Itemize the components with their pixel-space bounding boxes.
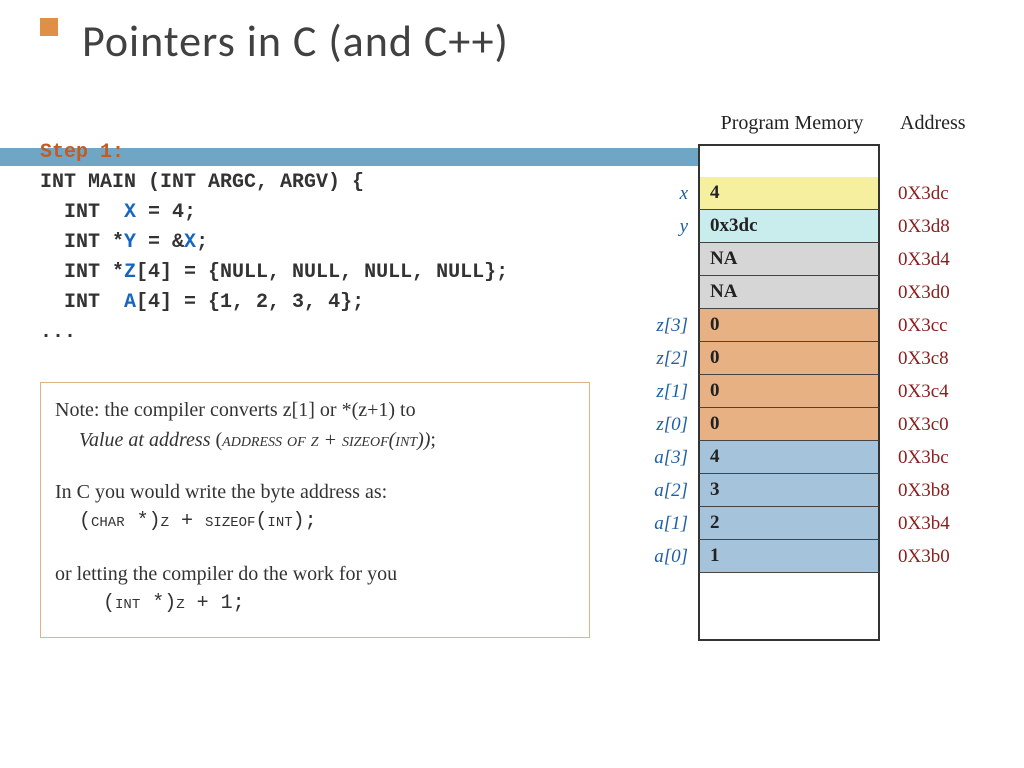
memory-cell: 0 <box>698 408 880 441</box>
memory-header-address: Address <box>900 112 966 135</box>
memory-address: 0X3d8 <box>880 210 980 243</box>
memory-address: 0X3d4 <box>880 243 980 276</box>
note-line: or letting the compiler do the work for … <box>55 559 575 589</box>
note-line: Note: the compiler converts z[1] or *(z+… <box>55 395 575 425</box>
memory-cell: NA <box>698 243 880 276</box>
step-label: Step 1: <box>40 141 124 164</box>
memory-table: x40X3dcy0x3dc0X3d8NA0X3d4NA0X3d0z[3]00X3… <box>614 144 994 606</box>
memory-cell: 3 <box>698 474 880 507</box>
memory-address: 0X3b0 <box>880 540 980 573</box>
memory-address: 0X3d0 <box>880 276 980 309</box>
memory-cell: 1 <box>698 540 880 573</box>
memory-var-label <box>614 144 698 177</box>
memory-address <box>880 573 980 606</box>
memory-address: 0X3b8 <box>880 474 980 507</box>
memory-var-label: y <box>614 210 698 243</box>
memory-var-label: x <box>614 177 698 210</box>
memory-cell: NA <box>698 276 880 309</box>
note-code: (char *)z + sizeof(int); <box>55 507 575 537</box>
memory-header-program: Program Memory <box>702 112 882 135</box>
memory-address: 0X3bc <box>880 441 980 474</box>
memory-var-label: a[2] <box>614 474 698 507</box>
memory-cell: 0 <box>698 375 880 408</box>
memory-cell: 4 <box>698 177 880 210</box>
memory-var-label: a[0] <box>614 540 698 573</box>
memory-address: 0X3b4 <box>880 507 980 540</box>
memory-var-label <box>614 573 698 606</box>
page-title: Pointers in C (and C++) <box>82 14 509 68</box>
note-line: In C you would write the byte address as… <box>55 477 575 507</box>
memory-var-label: z[1] <box>614 375 698 408</box>
memory-address: 0X3c4 <box>880 375 980 408</box>
memory-address: 0X3c0 <box>880 408 980 441</box>
memory-cell: 2 <box>698 507 880 540</box>
memory-address: 0X3c8 <box>880 342 980 375</box>
memory-address: 0X3cc <box>880 309 980 342</box>
memory-var-label: z[0] <box>614 408 698 441</box>
memory-var-label: a[3] <box>614 441 698 474</box>
memory-cell: 0 <box>698 342 880 375</box>
code-line: int main (int argc, argv) { <box>40 171 364 194</box>
code-ellipsis: ... <box>40 321 76 344</box>
note-code: (int *)z + 1; <box>55 589 575 619</box>
memory-cell: 0 <box>698 309 880 342</box>
memory-cell: 4 <box>698 441 880 474</box>
memory-address: 0X3dc <box>880 177 980 210</box>
accent-box <box>40 18 58 36</box>
memory-var-label: z[2] <box>614 342 698 375</box>
memory-var-label <box>614 243 698 276</box>
note-box: Note: the compiler converts z[1] or *(z+… <box>40 382 590 638</box>
memory-address <box>880 144 980 177</box>
memory-var-label: a[1] <box>614 507 698 540</box>
memory-cell: 0x3dc <box>698 210 880 243</box>
memory-var-label <box>614 276 698 309</box>
memory-cell <box>698 573 880 641</box>
memory-var-label: z[3] <box>614 309 698 342</box>
code-block: Step 1: int main (int argc, argv) { int … <box>40 138 508 348</box>
